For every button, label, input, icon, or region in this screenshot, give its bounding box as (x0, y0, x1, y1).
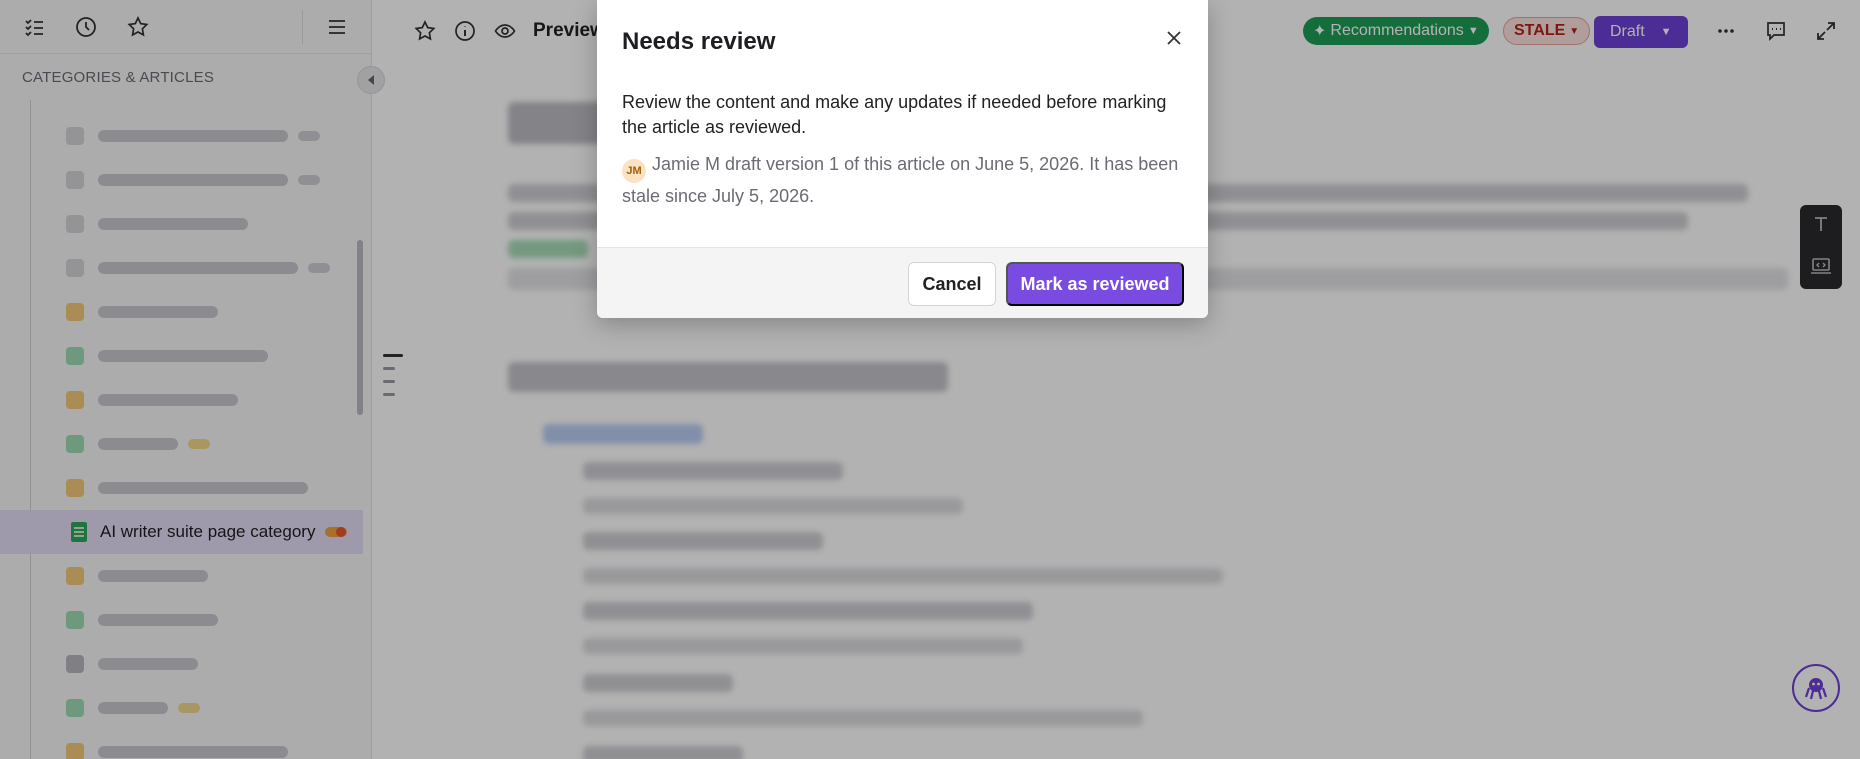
close-button[interactable] (1160, 24, 1188, 52)
dialog-footer: Cancel Mark as reviewed (597, 247, 1208, 318)
dialog-meta: JM Jamie M draft version 1 of this articl… (622, 151, 1182, 209)
dialog-meta-text: Jamie M draft version 1 of this article … (622, 154, 1179, 206)
cancel-button[interactable]: Cancel (908, 262, 996, 306)
close-icon (1167, 31, 1181, 45)
dialog-description: Review the content and make any updates … (622, 92, 1167, 137)
avatar: JM (622, 159, 646, 183)
mark-as-reviewed-button[interactable]: Mark as reviewed (1006, 262, 1184, 306)
needs-review-dialog: Needs review Review the content and make… (597, 0, 1208, 318)
dialog-title: Needs review (622, 28, 776, 55)
